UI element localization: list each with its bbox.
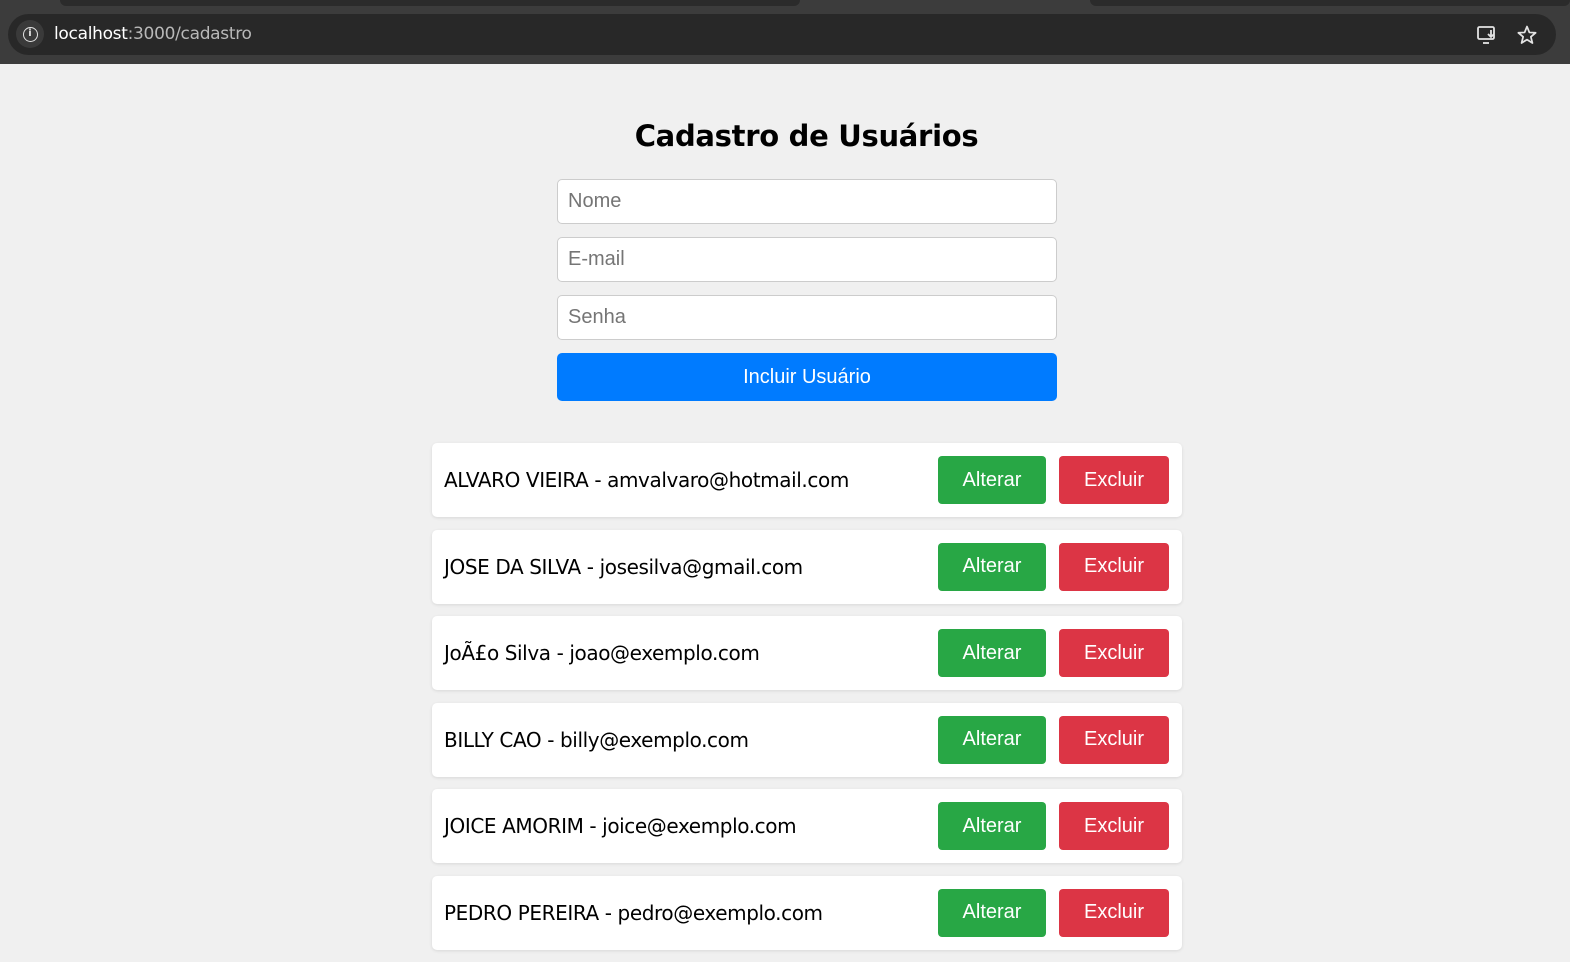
user-form: Incluir Usuário — [557, 179, 1057, 401]
user-info: ALVARO VIEIRA - amvalvaro@hotmail.com — [444, 468, 849, 492]
edit-button[interactable]: Alterar — [938, 888, 1046, 937]
url-host: localhost — [54, 24, 128, 44]
user-list: ALVARO VIEIRA - amvalvaro@hotmail.com Al… — [432, 443, 1182, 962]
list-item: BILLY CAO - billy@exemplo.com Alterar Ex… — [432, 702, 1182, 777]
delete-button[interactable]: Excluir — [1059, 888, 1169, 937]
edit-button[interactable]: Alterar — [938, 629, 1046, 677]
delete-button[interactable]: Excluir — [1059, 456, 1169, 504]
user-info: PEDRO PEREIRA - pedro@exemplo.com — [444, 900, 823, 925]
url-path: :3000/cadastro — [127, 24, 252, 44]
list-item: JOSE DA SILVA - josesilva@gmail.com Alte… — [432, 529, 1182, 604]
list-item: PEDRO PEREIRA - pedro@exemplo.com Altera… — [432, 875, 1182, 950]
tab-strip — [0, 0, 1570, 6]
edit-button[interactable]: Alterar — [938, 456, 1046, 504]
add-user-button[interactable]: Incluir Usuário — [557, 353, 1057, 401]
delete-button[interactable]: Excluir — [1059, 715, 1169, 764]
install-app-icon[interactable] — [1474, 22, 1500, 48]
edit-button[interactable]: Alterar — [938, 542, 1046, 591]
star-icon[interactable] — [1514, 22, 1540, 48]
info-icon: i — [22, 26, 38, 42]
delete-button[interactable]: Excluir — [1059, 542, 1169, 591]
browser-tab[interactable] — [60, 0, 800, 6]
delete-button[interactable]: Excluir — [1059, 629, 1169, 677]
list-item: JOICE AMORIM - joice@exemplo.com Alterar… — [432, 789, 1182, 863]
browser-toolbar: i localhost:3000/cadastro — [0, 0, 1570, 64]
email-input[interactable] — [557, 237, 1057, 282]
url-text[interactable]: localhost:3000/cadastro — [54, 14, 252, 55]
browser-tab[interactable] — [1090, 0, 1570, 6]
user-info: JoÃ£o Silva - joao@exemplo.com — [444, 641, 760, 665]
site-info-button[interactable]: i — [16, 20, 44, 48]
edit-button[interactable]: Alterar — [938, 802, 1046, 850]
user-info: JOSE DA SILVA - josesilva@gmail.com — [444, 554, 803, 579]
user-info: JOICE AMORIM - joice@exemplo.com — [444, 814, 797, 838]
delete-button[interactable]: Excluir — [1059, 802, 1169, 850]
list-item: ALVARO VIEIRA - amvalvaro@hotmail.com Al… — [432, 443, 1182, 517]
user-info: BILLY CAO - billy@exemplo.com — [444, 727, 749, 752]
password-input[interactable] — [557, 295, 1057, 340]
page-title: Cadastro de Usuários — [634, 119, 979, 153]
page-content: Cadastro de Usuários Incluir Usuário ALV… — [0, 64, 1570, 957]
list-item: JoÃ£o Silva - joao@exemplo.com Alterar E… — [432, 616, 1182, 690]
edit-button[interactable]: Alterar — [938, 715, 1046, 764]
address-bar[interactable]: i localhost:3000/cadastro — [8, 14, 1556, 55]
name-input[interactable] — [557, 179, 1057, 224]
